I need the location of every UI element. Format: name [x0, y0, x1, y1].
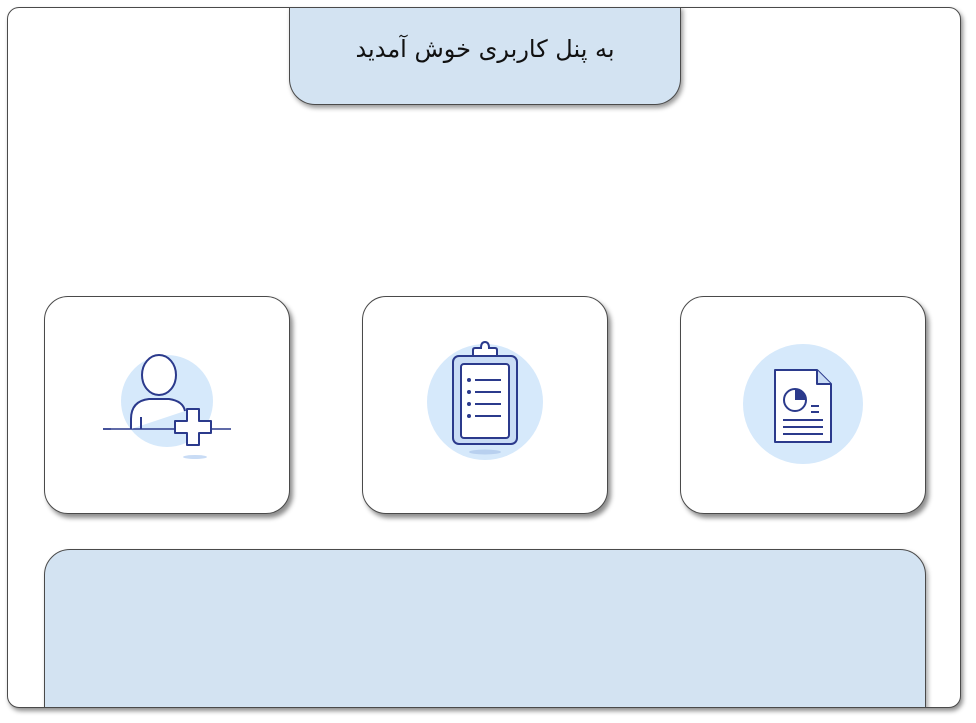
welcome-header-tab: به پنل کاربری خوش آمدید	[289, 8, 681, 105]
main-panel-frame: به پنل کاربری خوش آمدید	[7, 7, 961, 708]
clipboard-list-icon	[427, 340, 543, 460]
add-user-card[interactable]	[44, 296, 290, 514]
report-card[interactable]	[680, 296, 926, 514]
welcome-title: به پنل کاربری خوش آمدید	[355, 35, 615, 63]
bottom-content-panel	[44, 549, 926, 707]
add-user-icon	[103, 354, 231, 459]
clipboard-card[interactable]	[362, 296, 608, 514]
report-document-icon	[743, 344, 863, 464]
